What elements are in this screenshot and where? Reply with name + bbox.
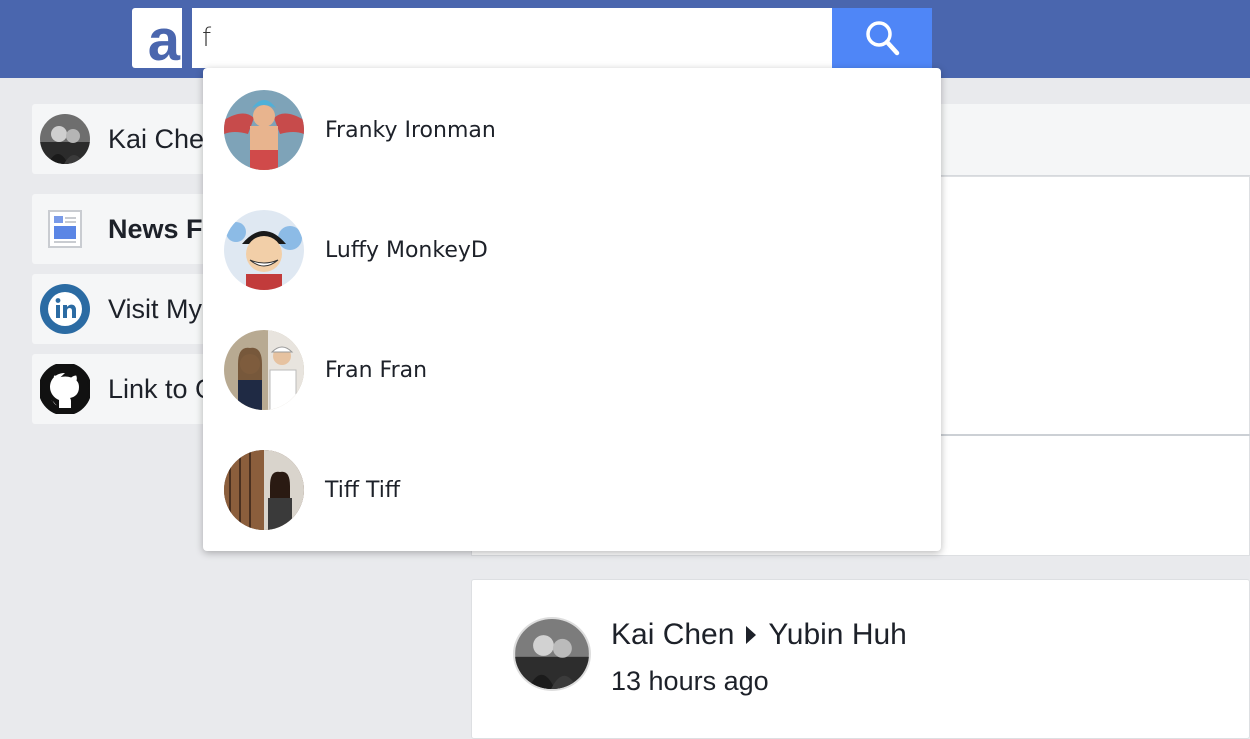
- user-avatar: [40, 114, 90, 164]
- caret-right-icon: [746, 626, 757, 644]
- search-result-item[interactable]: Fran Fran: [203, 310, 941, 430]
- search-result-name: Luffy MonkeyD: [325, 237, 488, 263]
- sidebar-item-news-feed[interactable]: News Feed: [32, 194, 222, 264]
- avatar: [224, 210, 304, 290]
- post-card: Kai Chen Yubin Huh 13 hours ago: [471, 579, 1250, 739]
- search-result-item[interactable]: Franky Ironman: [203, 70, 941, 190]
- avatar: [224, 90, 304, 170]
- search-results-dropdown: Franky Ironman Luffy MonkeyD Fran Fran T…: [203, 68, 941, 551]
- post-author[interactable]: Kai Chen: [611, 618, 734, 652]
- search-result-name: Fran Fran: [325, 357, 428, 383]
- post-author-line: Kai Chen Yubin Huh: [611, 618, 907, 652]
- search-result-item[interactable]: Luffy MonkeyD: [203, 190, 941, 310]
- logo-letter: a: [147, 8, 180, 69]
- avatar: [224, 450, 304, 530]
- search-result-name: Franky Ironman: [325, 117, 496, 143]
- avatar[interactable]: [513, 617, 591, 691]
- search-input[interactable]: [192, 8, 832, 68]
- newspaper-icon: [40, 204, 90, 254]
- logo[interactable]: a: [132, 8, 182, 68]
- search-result-item[interactable]: Tiff Tiff: [203, 430, 941, 550]
- linkedin-icon: [40, 284, 90, 334]
- search-result-name: Tiff Tiff: [325, 477, 401, 503]
- post-timestamp: 13 hours ago: [611, 666, 769, 696]
- post-recipient[interactable]: Yubin Huh: [768, 618, 906, 652]
- sidebar-item-github[interactable]: Link to GitHub: [32, 354, 222, 424]
- search-icon: [866, 21, 900, 56]
- search-button[interactable]: [832, 8, 932, 68]
- composer-tab-strip: [900, 104, 1250, 176]
- github-icon: [40, 364, 90, 414]
- sidebar-item-profile[interactable]: Kai Chen: [32, 104, 222, 174]
- avatar: [224, 330, 304, 410]
- sidebar-item-linkedin[interactable]: Visit My LinkedIn: [32, 274, 222, 344]
- panel-divider: [930, 434, 1250, 436]
